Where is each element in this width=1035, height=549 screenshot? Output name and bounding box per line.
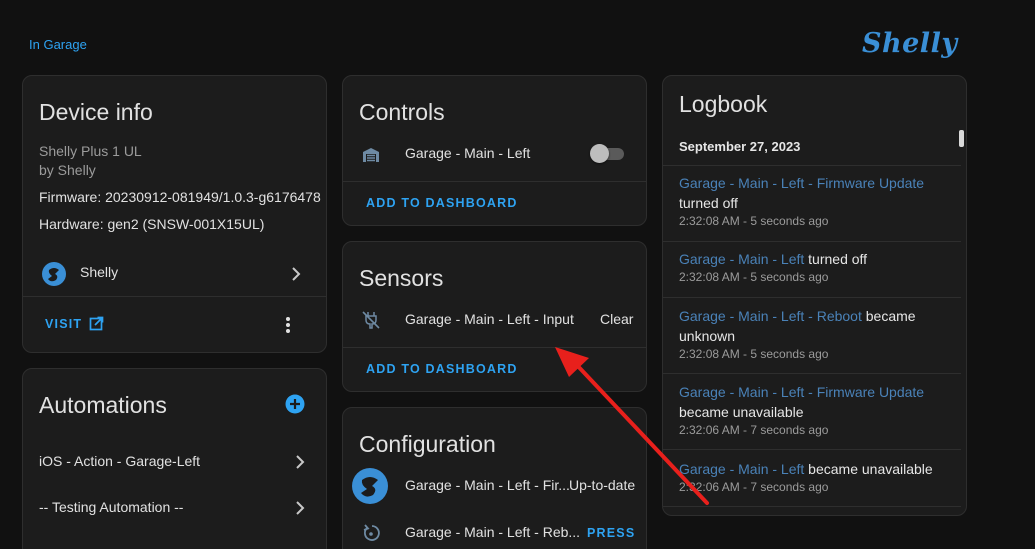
more-vertical-icon[interactable] [280,316,296,334]
log-time: 2:32:06 AM - 7 seconds ago [679,480,829,494]
chevron-right-icon [292,267,301,281]
config-state: Up-to-date [569,477,636,493]
log-divider [663,506,961,507]
card-divider [343,181,646,182]
sensor-state: Clear [600,311,634,327]
log-entity-link[interactable]: Garage - Main - Left [679,251,804,267]
log-entity-link[interactable]: Garage - Main - Left - Reboot [679,308,862,324]
shelly-firmware-icon [352,468,388,504]
chevron-right-icon [296,501,305,515]
device-manufacturer: by Shelly [39,162,96,178]
automation-item[interactable]: iOS - Action - Garage-Left [23,445,326,477]
log-time: 2:32:08 AM - 5 seconds ago [679,270,829,284]
device-info-title: Device info [39,99,153,125]
log-entry: Garage - Main - Left - Reboot became unk… [679,306,919,362]
automations-card: Automations iOS - Action - Garage-Left -… [22,368,327,549]
sensors-title: Sensors [359,265,444,291]
open-in-new-icon [89,316,104,331]
config-entity-name: Garage - Main - Left - Fir... [405,477,570,493]
log-divider [663,449,961,450]
config-entity-name: Garage - Main - Left - Reb... [405,524,581,540]
logbook-date: September 27, 2023 [679,139,801,154]
device-firmware: Firmware: 20230912-081949/1.0.3-g6176478 [39,189,321,205]
card-divider [23,296,326,297]
controls-card: Controls Garage - Main - Left ADD TO DAS… [342,75,647,226]
configuration-card: Configuration Garage - Main - Left - Fir… [342,407,647,549]
log-event-text: turned off [679,195,738,211]
log-time: 2:32:08 AM - 5 seconds ago [679,214,829,228]
log-entry: Garage - Main - Left became unavailable … [679,459,956,495]
automation-label: iOS - Action - Garage-Left [39,453,201,469]
log-entity-link[interactable]: Garage - Main - Left [679,461,804,477]
add-to-dashboard-button[interactable]: ADD TO DASHBOARD [366,362,518,376]
control-entity-name[interactable]: Garage - Main - Left [405,145,530,161]
visit-label: VISIT [45,317,83,331]
integration-name: Shelly [80,264,119,280]
log-entry: Garage - Main - Left - Firmware Update t… [679,173,956,229]
log-event-text: became unavailable [679,404,804,420]
area-link[interactable]: In Garage [29,37,87,52]
control-toggle[interactable] [590,143,626,163]
log-time: 2:32:06 AM - 7 seconds ago [679,423,829,437]
log-divider [663,165,961,166]
logbook-scrollbar[interactable] [959,130,964,147]
configuration-row[interactable]: Garage - Main - Left - Fir... Up-to-date [343,466,646,506]
garage-icon [363,148,379,162]
device-info-card: Device info Shelly Plus 1 UL by Shelly F… [22,75,327,353]
sensors-card: Sensors Garage - Main - Left - Input Cle… [342,241,647,392]
device-hardware: Hardware: gen2 (SNSW-001X15UL) [39,216,265,232]
integration-row[interactable]: Shelly [23,254,326,294]
add-to-dashboard-button[interactable]: ADD TO DASHBOARD [366,196,518,210]
power-plug-off-icon [362,311,380,329]
logbook-title: Logbook [679,91,768,117]
device-model: Shelly Plus 1 UL [39,143,142,159]
automation-item[interactable]: -- Testing Automation -- [23,491,326,523]
card-divider [343,347,646,348]
log-event-text: turned off [804,251,868,267]
shelly-logo: Shelly [862,28,958,59]
log-entity-link[interactable]: Garage - Main - Left - Firmware Update [679,175,924,191]
logbook-card: Logbook September 27, 2023 Garage - Main… [662,75,967,516]
chevron-right-icon [296,455,305,469]
add-automation-icon[interactable] [285,394,305,414]
visit-button[interactable]: VISIT [45,315,115,335]
log-entity-link[interactable]: Garage - Main - Left - Firmware Update [679,384,924,400]
automations-title: Automations [39,392,167,418]
automation-label: -- Testing Automation -- [39,499,184,515]
configuration-row: Garage - Main - Left - Reb... PRESS [343,514,646,549]
configuration-title: Configuration [359,431,496,457]
log-entry: Garage - Main - Left - Firmware Update b… [679,382,956,438]
press-button[interactable]: PRESS [587,526,635,540]
restart-icon [363,524,380,541]
log-event-text: became unavailable [804,461,933,477]
log-divider [663,297,961,298]
sensor-entity-name[interactable]: Garage - Main - Left - Input [405,311,574,327]
shelly-integration-icon [42,262,66,286]
log-divider [663,241,961,242]
log-time: 2:32:08 AM - 5 seconds ago [679,347,829,361]
log-divider [663,373,961,374]
log-entry: Garage - Main - Left turned off 2:32:08 … [679,249,956,285]
controls-title: Controls [359,99,445,125]
